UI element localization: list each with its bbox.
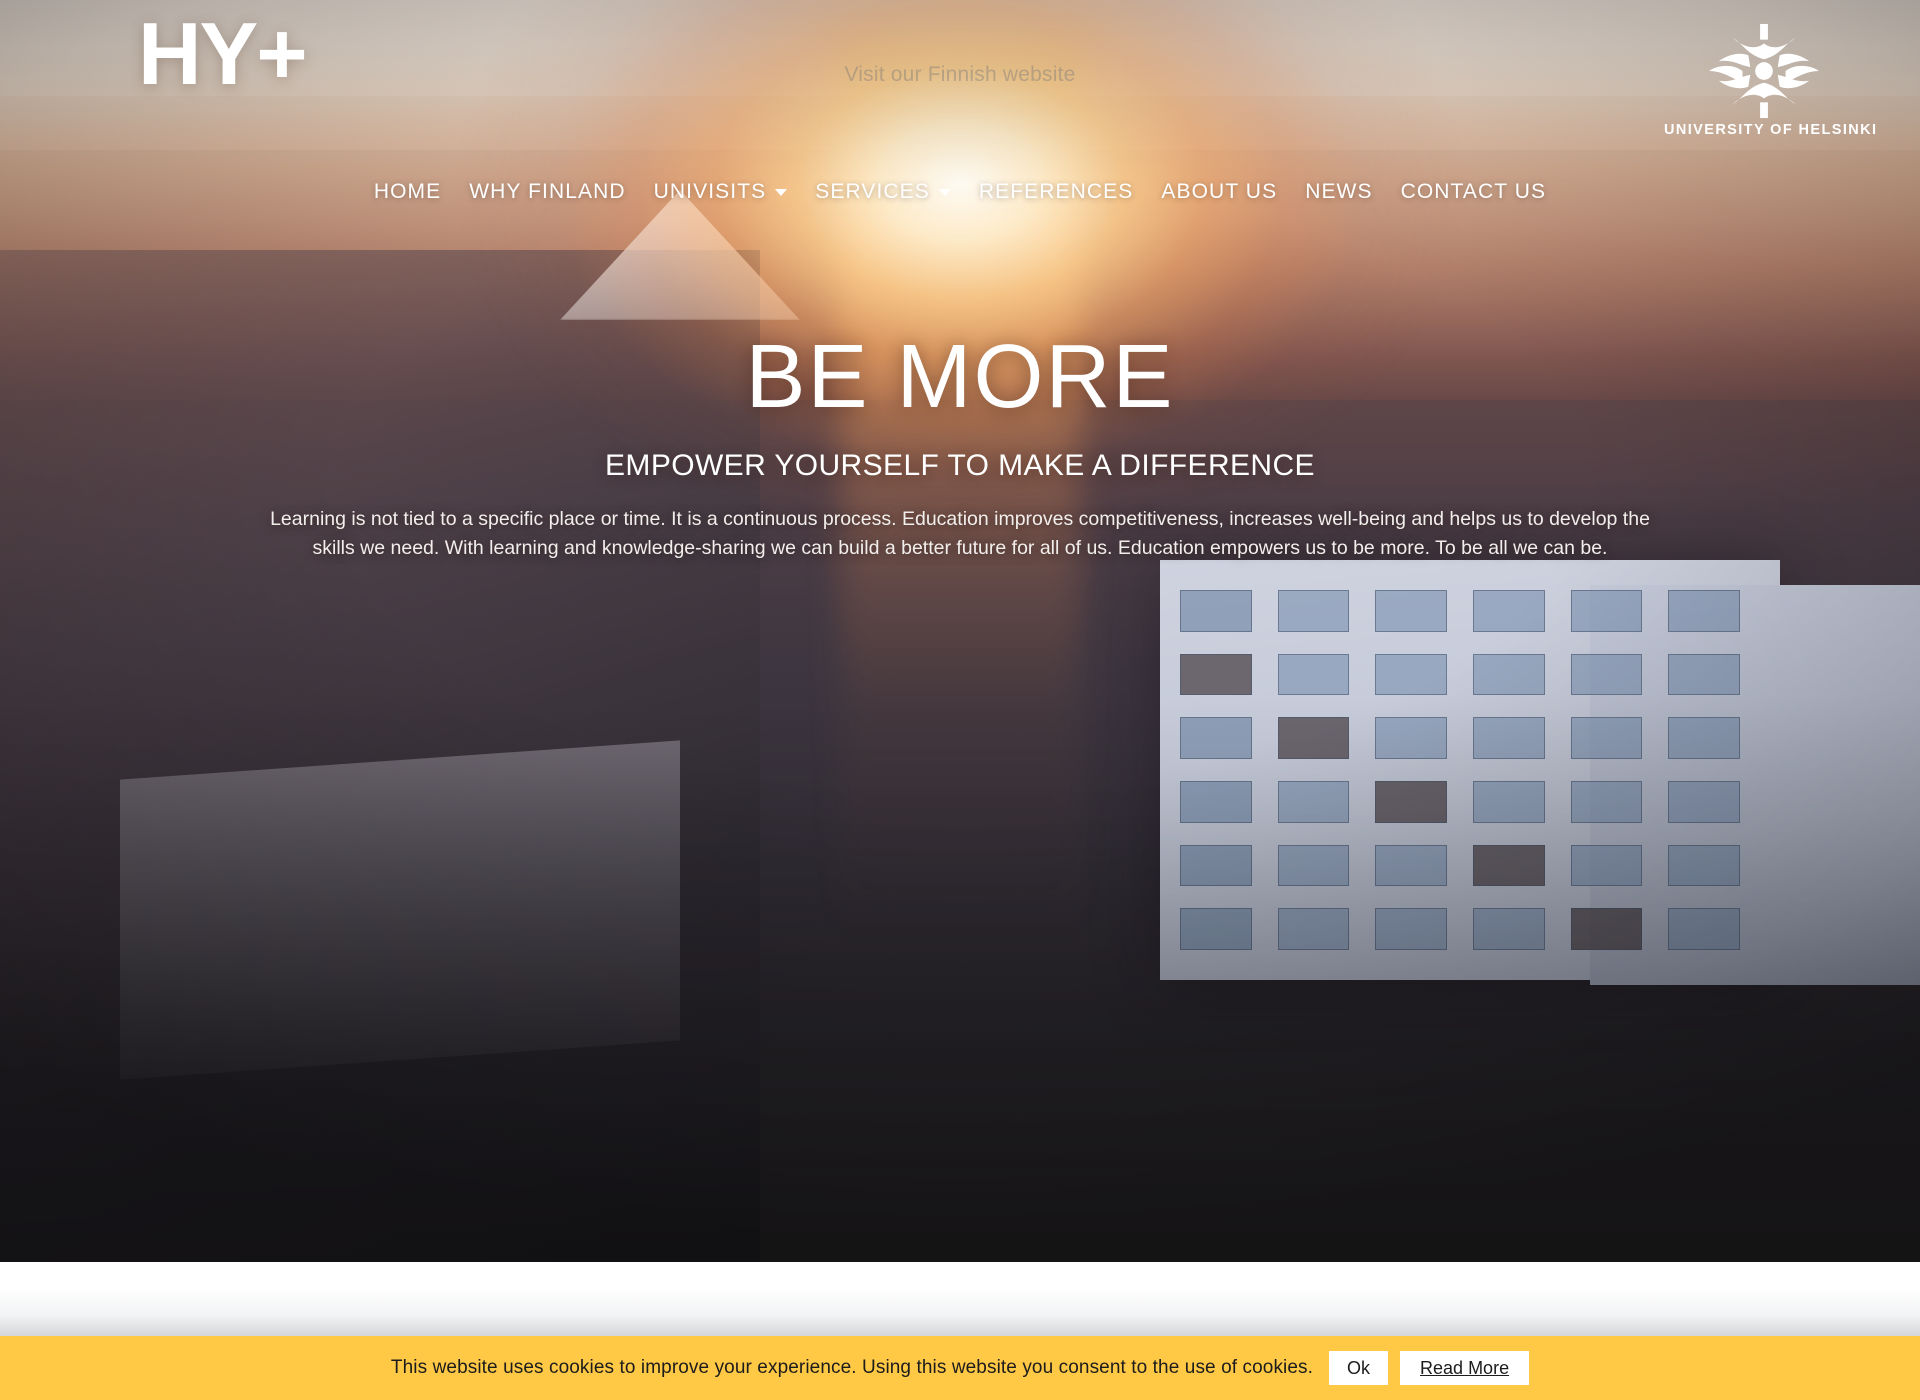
cookie-accept-button[interactable]: Ok bbox=[1329, 1351, 1389, 1385]
nav-item-references[interactable]: REFERENCES bbox=[965, 180, 1148, 204]
nav-label: CONTACT US bbox=[1400, 180, 1547, 203]
hero-copy: BE MORE EMPOWER YOURSELF TO MAKE A DIFFE… bbox=[0, 330, 1920, 564]
university-of-helsinki-wordmark: UNIVERSITY OF HELSINKI bbox=[1664, 122, 1878, 138]
nav-label: ABOUT US bbox=[1161, 180, 1278, 203]
nav-item-about-us[interactable]: ABOUT US bbox=[1147, 180, 1291, 204]
nav-item-why-finland[interactable]: WHY FINLAND bbox=[455, 180, 639, 204]
page-root: HY+ Visit our Finnish website UNIVERSITY… bbox=[0, 0, 1920, 1400]
hero-section: HY+ Visit our Finnish website UNIVERSITY… bbox=[0, 0, 1920, 1262]
hero-title: BE MORE bbox=[745, 327, 1175, 427]
hero-body-text: Learning is not tied to a specific place… bbox=[270, 507, 1650, 560]
nav-label: REFERENCES bbox=[978, 180, 1134, 203]
nav-label: HOME bbox=[373, 180, 442, 203]
nav-label: SERVICES bbox=[815, 180, 930, 203]
nav-item-services[interactable]: SERVICES bbox=[801, 180, 965, 204]
chevron-down-icon bbox=[938, 188, 951, 196]
nav-item-news[interactable]: NEWS bbox=[1291, 180, 1386, 204]
nav-label: NEWS bbox=[1305, 180, 1373, 203]
content-section-top bbox=[0, 1262, 1920, 1336]
cookie-consent-banner: This website uses cookies to improve you… bbox=[0, 1336, 1920, 1400]
nav-item-univisits[interactable]: UNIVISITS bbox=[640, 180, 802, 204]
hero-subtitle: EMPOWER YOURSELF TO MAKE A DIFFERENCE bbox=[605, 448, 1315, 482]
site-header: HY+ Visit our Finnish website UNIVERSITY… bbox=[0, 0, 1920, 230]
university-of-helsinki-logo[interactable]: UNIVERSITY OF HELSINKI bbox=[1664, 22, 1878, 152]
nav-label: UNIVISITS bbox=[653, 180, 767, 203]
nav-item-home[interactable]: HOME bbox=[360, 180, 455, 204]
cookie-message: This website uses cookies to improve you… bbox=[390, 1357, 1314, 1378]
finnish-website-link[interactable]: Visit our Finnish website bbox=[844, 63, 1075, 87]
nav-item-contact-us[interactable]: CONTACT US bbox=[1387, 180, 1561, 204]
sun-emblem-icon bbox=[1709, 23, 1819, 119]
chevron-down-icon bbox=[775, 188, 788, 196]
nav-label: WHY FINLAND bbox=[469, 180, 626, 203]
cookie-read-more-link[interactable]: Read More bbox=[1400, 1351, 1530, 1385]
hy-plus-logo[interactable]: HY+ bbox=[138, 10, 308, 98]
main-navigation: HOME WHY FINLAND UNIVISITS SERVICES REFE… bbox=[0, 180, 1920, 204]
